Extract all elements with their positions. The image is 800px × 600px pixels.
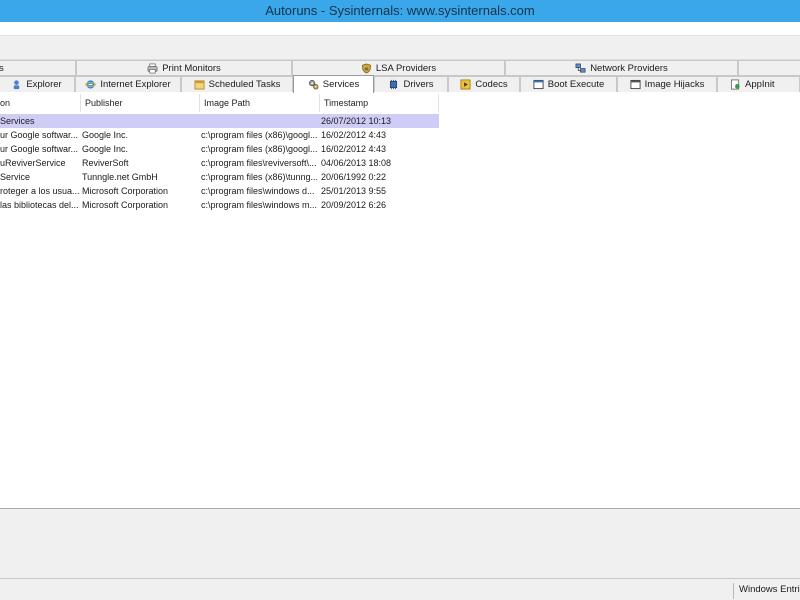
- cell-timestamp: 25/01/2013 9:55: [321, 186, 387, 196]
- scheduled-tasks-icon: [194, 80, 205, 90]
- boot-execute-icon: [533, 79, 544, 90]
- cell-image-path: c:\program files (x86)\tunng...: [201, 172, 319, 182]
- tab-row-lower: Explorer Internet Explorer Scheduled Tas…: [0, 75, 800, 93]
- cell-image-path: c:\program files\windows m...: [201, 200, 318, 210]
- tab-label: Print Monitors: [162, 62, 221, 74]
- drivers-icon: [390, 79, 398, 90]
- tab-services[interactable]: Services: [293, 75, 374, 93]
- cell-description: ur Google softwar...: [0, 144, 79, 154]
- tab-boot-execute[interactable]: Boot Execute: [520, 76, 617, 92]
- cell-timestamp: 16/02/2012 4:43: [321, 130, 387, 140]
- autoruns-list[interactable]: on Publisher Image Path Timestamp Servic…: [0, 94, 800, 508]
- table-row[interactable]: ur Google softwar... Google Inc. c:\prog…: [0, 128, 439, 142]
- cell-publisher: ReviverSoft: [82, 158, 129, 168]
- tab-label: Codecs: [475, 79, 508, 90]
- column-header-filler: [439, 94, 800, 112]
- tab-explorer[interactable]: Explorer: [0, 76, 75, 92]
- cell-image-path: [201, 114, 319, 128]
- tab-label: Explorer: [26, 79, 62, 90]
- table-row[interactable]: roteger a los usua... Microsoft Corporat…: [0, 184, 439, 198]
- tab-lsa-providers[interactable]: LSA Providers: [292, 60, 505, 76]
- column-header-description[interactable]: on: [0, 94, 81, 112]
- tab-label: Network Providers: [590, 62, 668, 74]
- internet-explorer-icon: [85, 80, 97, 89]
- cell-timestamp: 04/06/2013 18:08: [321, 158, 392, 168]
- table-row[interactable]: Service Tunngle.net GmbH c:\program file…: [0, 170, 439, 184]
- tab-codecs[interactable]: Codecs: [448, 76, 520, 92]
- network-icon: [575, 63, 586, 72]
- cell-timestamp: 26/07/2012 10:13: [321, 116, 392, 126]
- tab-label: Services: [322, 79, 360, 90]
- cell-timestamp: 16/02/2012 4:43: [321, 144, 387, 154]
- tab-row-upper: s Print Monitors LSA Providers Network P…: [0, 60, 800, 76]
- codecs-icon: [460, 79, 471, 90]
- cell-publisher: [82, 114, 198, 128]
- tab-image-hijacks[interactable]: Image Hijacks: [617, 76, 717, 92]
- tab-label: Boot Execute: [547, 79, 605, 90]
- lsa-shield-icon: [361, 63, 371, 73]
- details-pane: [0, 508, 800, 578]
- tab-network-providers[interactable]: Network Providers: [505, 60, 738, 76]
- column-header-image-path[interactable]: Image Path: [200, 94, 320, 112]
- image-hijacks-icon: [630, 79, 641, 90]
- services-gear-icon: [308, 80, 319, 90]
- explorer-icon: [14, 80, 20, 90]
- cell-publisher: Tunngle.net GmbH: [82, 172, 158, 182]
- tab-label: Internet Explorer: [100, 79, 171, 90]
- status-text: Windows Entrie: [739, 584, 800, 595]
- cell-image-path: c:\program files (x86)\googl...: [201, 130, 318, 140]
- tab-drivers[interactable]: Drivers: [374, 76, 448, 92]
- tab-label: AppInit: [745, 79, 775, 90]
- toolbar: [0, 36, 800, 60]
- table-row[interactable]: Services 26/07/2012 10:13: [0, 114, 439, 128]
- title-bar: Autoruns - Sysinternals: www.sysinternal…: [0, 0, 800, 22]
- status-bar: Windows Entrie: [0, 578, 800, 600]
- cell-description: las bibliotecas del...: [0, 200, 79, 210]
- window-title: Autoruns - Sysinternals: www.sysinternal…: [265, 3, 535, 18]
- tab-label: LSA Providers: [375, 62, 437, 74]
- menu-bar: [0, 22, 800, 36]
- status-separator: [733, 583, 734, 599]
- tab-appinit[interactable]: AppInit: [717, 76, 800, 92]
- cell-description: uReviverService: [0, 158, 66, 168]
- cell-image-path: c:\program files\reviversoft\...: [201, 158, 317, 168]
- column-header-publisher[interactable]: Publisher: [81, 94, 200, 112]
- cell-image-path: c:\program files (x86)\googl...: [201, 144, 318, 154]
- cell-timestamp: 20/09/2012 6:26: [321, 200, 387, 210]
- cell-description: ur Google softwar...: [0, 130, 79, 140]
- tab-label: Image Hijacks: [644, 79, 705, 90]
- tab-label: Drivers: [403, 79, 434, 90]
- cell-image-path: c:\program files\windows d...: [201, 186, 315, 196]
- column-header-timestamp[interactable]: Timestamp: [320, 94, 439, 112]
- tab-label: Scheduled Tasks: [208, 79, 281, 90]
- cell-publisher: Google Inc.: [82, 130, 129, 140]
- tab-print-monitors[interactable]: Print Monitors: [76, 60, 292, 76]
- cell-description: roteger a los usua...: [0, 186, 80, 196]
- tab-scheduled-tasks[interactable]: Scheduled Tasks: [181, 76, 293, 92]
- cell-publisher: Microsoft Corporation: [82, 200, 169, 210]
- tab-partial-left[interactable]: s: [0, 60, 76, 76]
- table-row[interactable]: uReviverService ReviverSoft c:\program f…: [0, 156, 439, 170]
- cell-description: Services: [0, 116, 35, 126]
- cell-timestamp: 20/06/1992 0:22: [321, 172, 387, 182]
- cell-description: Service: [0, 172, 31, 182]
- tab-label: s: [0, 63, 4, 74]
- cell-publisher: Microsoft Corporation: [82, 186, 169, 196]
- tab-internet-explorer[interactable]: Internet Explorer: [75, 76, 181, 92]
- table-row[interactable]: ur Google softwar... Google Inc. c:\prog…: [0, 142, 439, 156]
- tab-partial-right[interactable]: [738, 60, 800, 76]
- appinit-icon: [731, 79, 740, 90]
- cell-publisher: Google Inc.: [82, 144, 129, 154]
- table-row[interactable]: las bibliotecas del... Microsoft Corpora…: [0, 198, 439, 212]
- printer-icon: [147, 63, 158, 73]
